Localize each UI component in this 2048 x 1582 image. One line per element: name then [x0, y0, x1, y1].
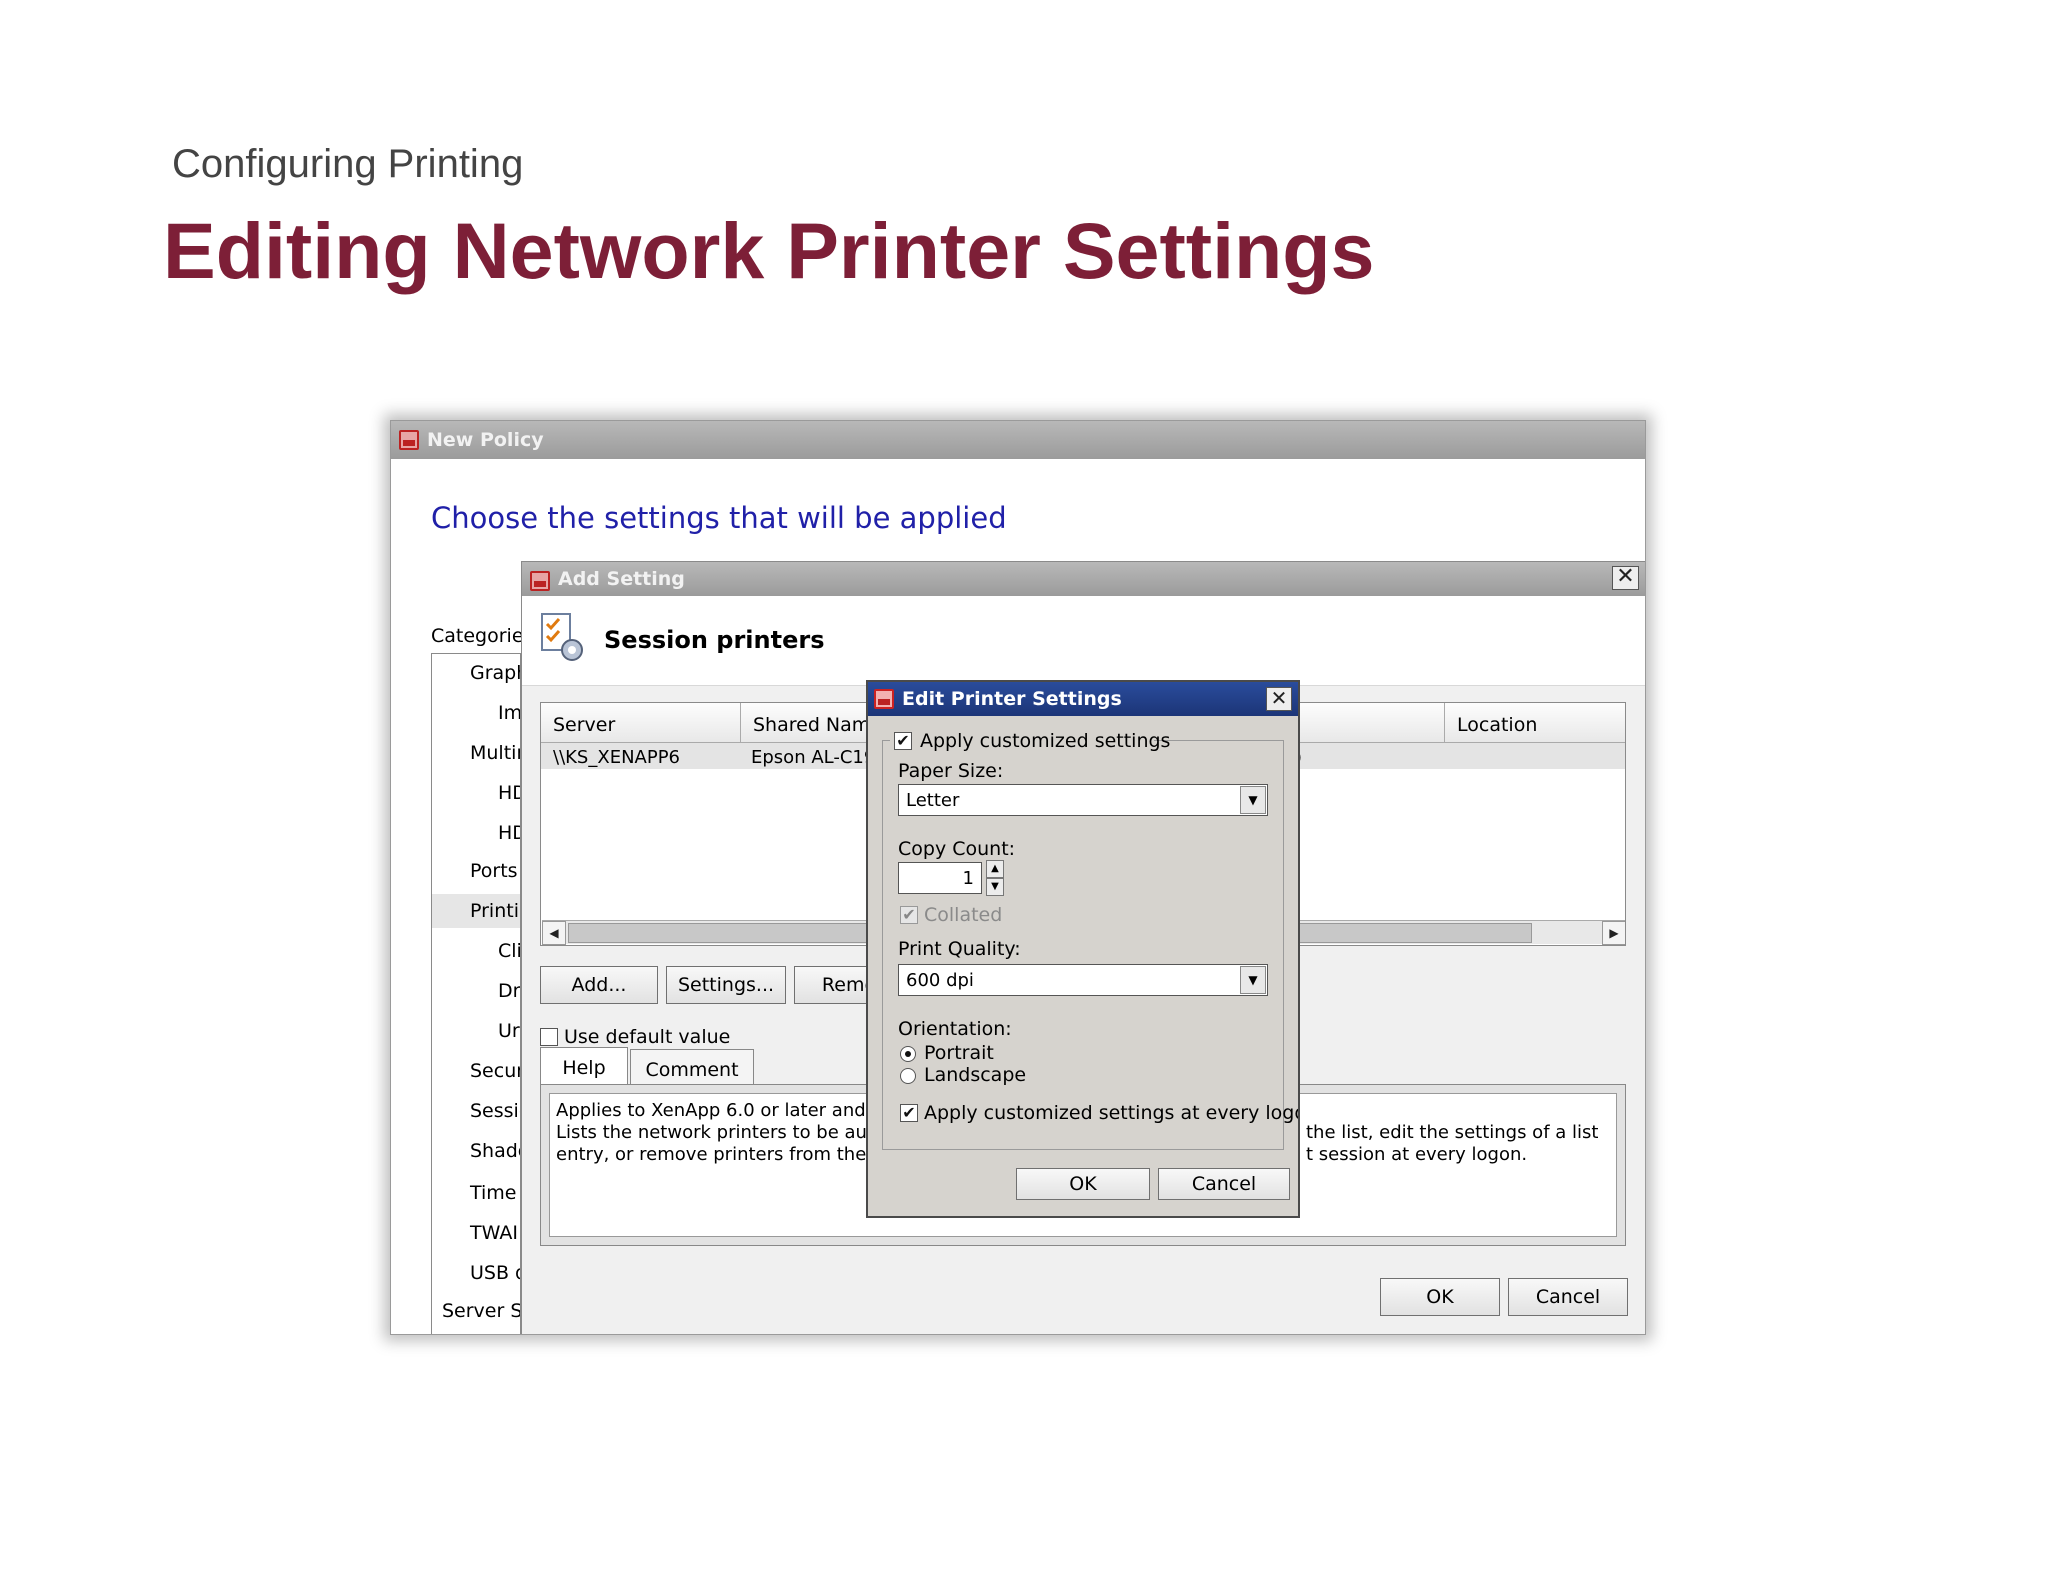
add-setting-window-title: Add Setting: [558, 568, 685, 590]
category-item[interactable]: TWAI: [470, 1222, 518, 1244]
tab-comment[interactable]: Comment: [630, 1049, 754, 1087]
print-quality-select[interactable]: 600 dpi ▼: [898, 964, 1268, 996]
edit-printer-ok-button[interactable]: OK: [1016, 1168, 1150, 1200]
tab-help[interactable]: Help: [540, 1047, 628, 1085]
paper-size-select[interactable]: Letter ▼: [898, 784, 1268, 816]
categories-label: Categories: [431, 625, 534, 647]
category-item[interactable]: Sessic: [470, 1100, 520, 1122]
chevron-down-icon[interactable]: ▼: [1240, 786, 1266, 814]
paper-size-label: Paper Size:: [898, 760, 1004, 782]
apply-every-logon-checkbox[interactable]: ✔: [900, 1104, 918, 1122]
spin-down-icon[interactable]: ▼: [986, 878, 1004, 896]
portrait-radio[interactable]: [900, 1046, 916, 1062]
column-header-location[interactable]: Location: [1445, 703, 1625, 743]
edit-printer-titlebar[interactable]: Edit Printer Settings: [868, 682, 1298, 716]
orientation-label: Orientation:: [898, 1018, 1012, 1040]
edit-printer-app-icon: [874, 689, 894, 709]
policy-app-icon: [399, 430, 419, 450]
collated-checkbox[interactable]: ✔: [900, 906, 918, 924]
category-item[interactable]: Ur: [498, 1020, 520, 1042]
edit-printer-window-title: Edit Printer Settings: [902, 688, 1122, 710]
category-item[interactable]: Ports: [470, 860, 518, 882]
slide-title: Editing Network Printer Settings: [163, 206, 1375, 295]
category-item[interactable]: Server Se: [442, 1300, 520, 1322]
help-line: Applies to XenApp 6.0 or later and X: [556, 1100, 884, 1121]
edit-printer-cancel-button[interactable]: Cancel: [1158, 1168, 1290, 1200]
print-quality-label: Print Quality:: [898, 938, 1021, 960]
apply-customized-checkbox[interactable]: ✔: [894, 732, 912, 750]
category-item-selected[interactable]: Printir: [432, 894, 520, 928]
scroll-left-icon[interactable]: ◀: [542, 921, 566, 945]
category-item[interactable]: HD: [498, 782, 520, 804]
category-item[interactable]: Time: [470, 1182, 517, 1204]
print-quality-value: 600 dpi: [906, 970, 974, 991]
category-item[interactable]: Dr: [498, 980, 520, 1002]
scroll-right-icon[interactable]: ▶: [1602, 921, 1625, 945]
help-line: Lists the network printers to be auto: [556, 1122, 886, 1143]
category-item[interactable]: USB d: [470, 1262, 520, 1284]
row-shared-name: Epson AL-C19: [751, 747, 876, 768]
category-item[interactable]: HD: [498, 822, 520, 844]
help-line: t session at every logon.: [1306, 1144, 1528, 1165]
column-header-shared-name[interactable]: Shared Name: [741, 703, 871, 743]
copy-count-label: Copy Count:: [898, 838, 1016, 860]
paper-size-value: Letter: [906, 790, 960, 811]
add-button[interactable]: Add...: [540, 966, 658, 1004]
edit-printer-close-button[interactable]: ✕: [1266, 687, 1292, 711]
help-line: the list, edit the settings of a list: [1306, 1122, 1599, 1143]
copy-count-input[interactable]: 1: [898, 862, 982, 894]
landscape-radio[interactable]: [900, 1068, 916, 1084]
landscape-label: Landscape: [924, 1064, 1027, 1086]
category-item[interactable]: Graph: [470, 662, 520, 684]
categories-tree[interactable]: Graph Im Multin HD HD Ports Printir Cli …: [431, 653, 521, 1334]
category-item[interactable]: Shadc: [470, 1140, 520, 1162]
category-item[interactable]: Multin: [470, 742, 520, 764]
category-item[interactable]: Im: [498, 702, 520, 724]
spin-up-icon[interactable]: ▲: [986, 860, 1004, 878]
add-setting-app-icon: [530, 571, 550, 591]
setting-title: Session printers: [604, 626, 825, 654]
printer-settings-icon: [541, 613, 583, 661]
apply-every-logon-label: Apply customized settings at every logon: [924, 1102, 1300, 1124]
add-setting-ok-button[interactable]: OK: [1380, 1278, 1500, 1316]
chevron-down-icon[interactable]: ▼: [1240, 966, 1266, 994]
edit-printer-settings-dialog: Edit Printer Settings ✕ ✔ Apply customiz…: [866, 680, 1300, 1218]
category-item[interactable]: Secur: [470, 1060, 520, 1082]
category-item[interactable]: Cli: [498, 940, 520, 962]
use-default-checkbox[interactable]: [540, 1028, 558, 1046]
new-policy-titlebar[interactable]: New Policy: [391, 421, 1645, 459]
new-policy-heading: Choose the settings that will be applied: [431, 501, 1007, 535]
slide-subtitle: Configuring Printing: [172, 142, 524, 186]
row-server: \\KS_XENAPP6: [553, 747, 681, 768]
add-setting-titlebar[interactable]: Add Setting: [522, 562, 1645, 596]
column-header-server[interactable]: Server: [541, 703, 741, 743]
add-setting-cancel-button[interactable]: Cancel: [1508, 1278, 1628, 1316]
add-setting-close-button[interactable]: ✕: [1612, 566, 1639, 590]
new-policy-window-title: New Policy: [427, 429, 544, 451]
use-default-label: Use default value: [564, 1026, 731, 1048]
settings-button[interactable]: Settings...: [666, 966, 786, 1004]
collated-label: Collated: [924, 904, 1003, 926]
portrait-label: Portrait: [924, 1042, 994, 1064]
help-line: entry, or remove printers from the lis: [556, 1144, 892, 1165]
apply-customized-label: Apply customized settings: [920, 730, 1171, 752]
